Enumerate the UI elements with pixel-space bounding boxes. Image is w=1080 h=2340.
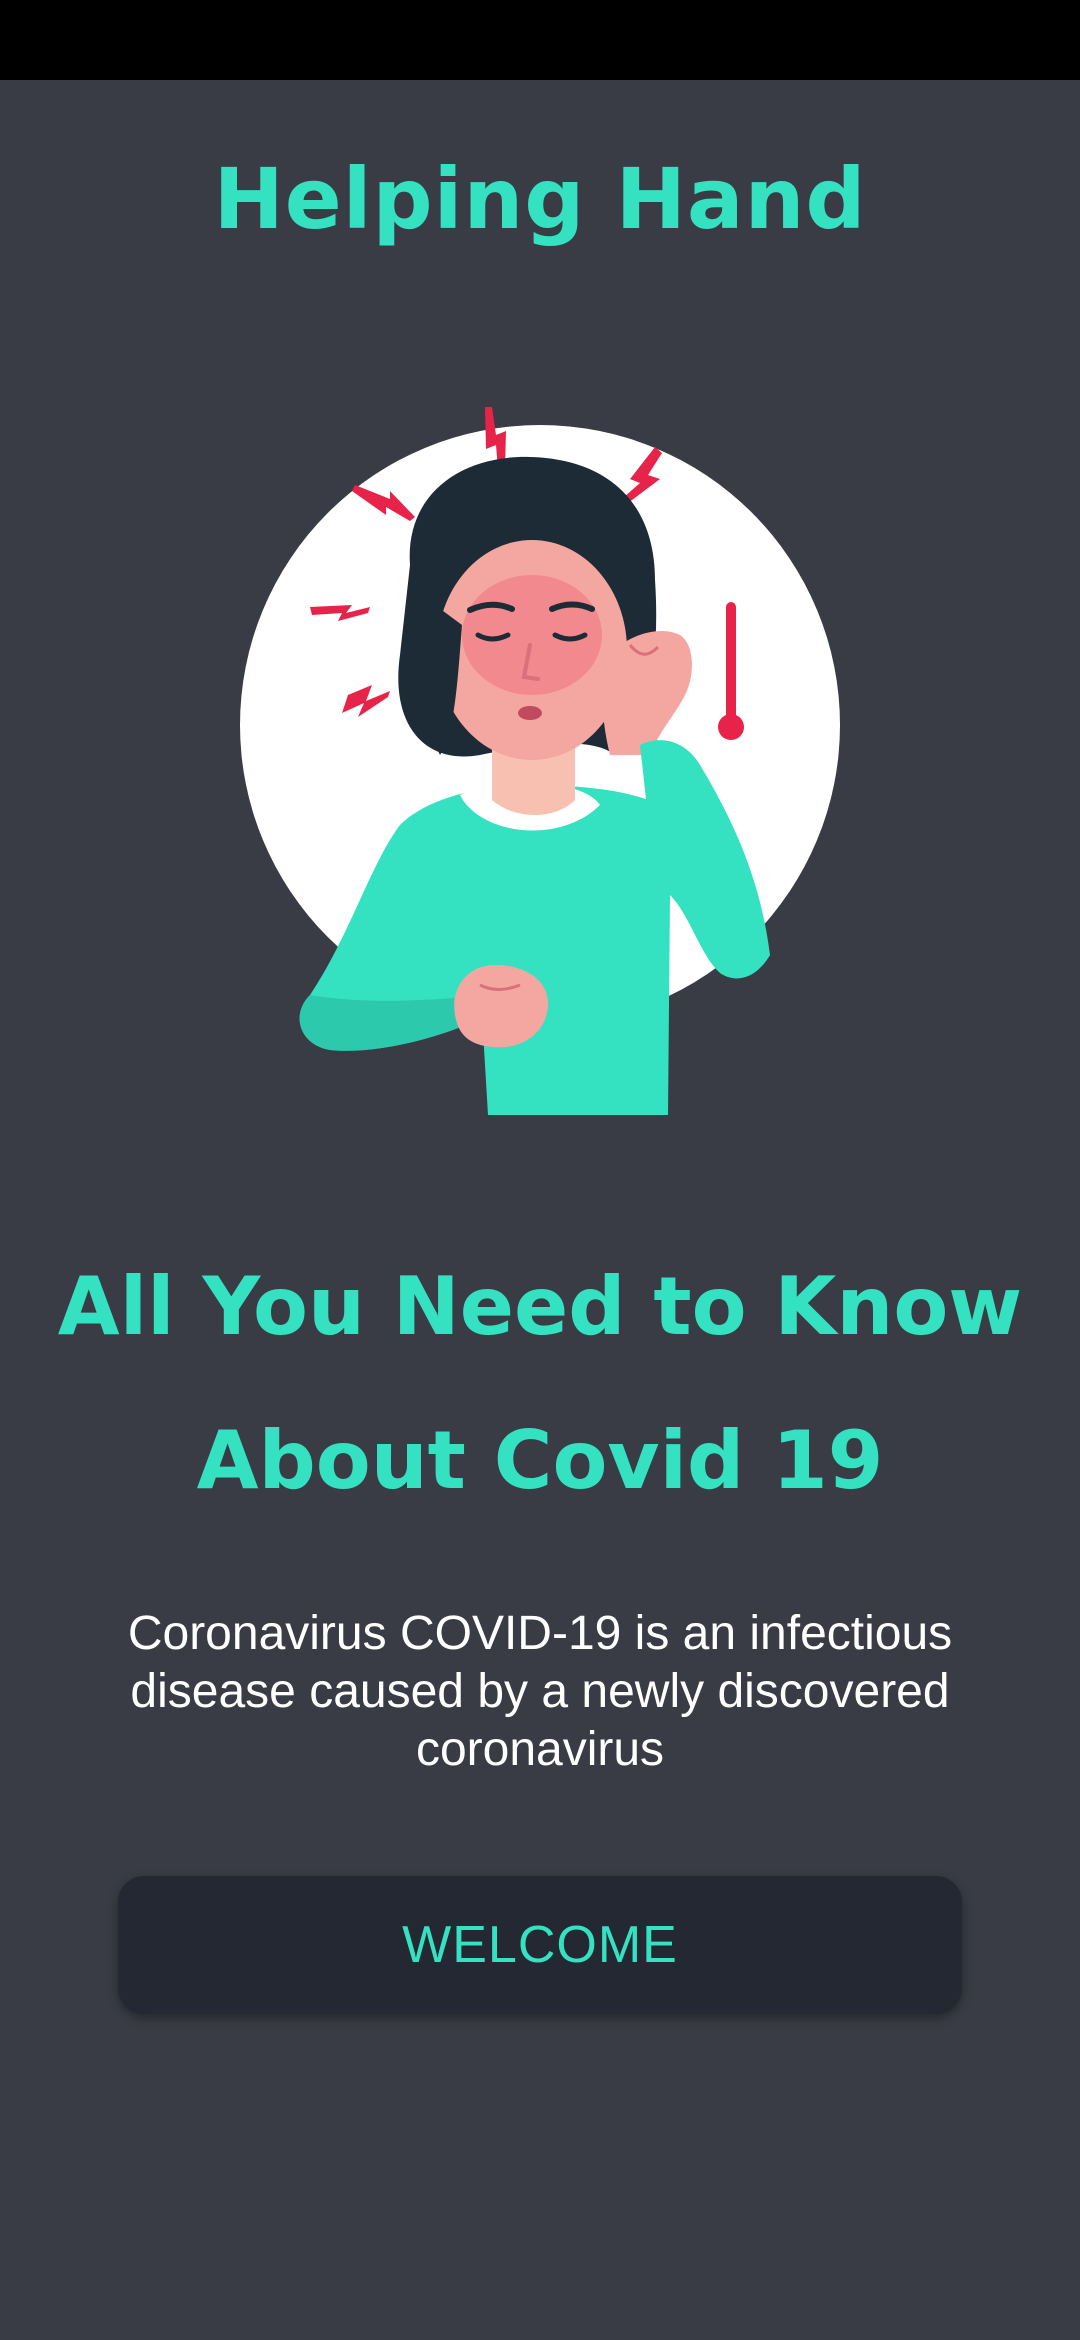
description-text: Coronavirus COVID-19 is an infectious di…: [127, 1607, 953, 1776]
app-title: Helping Hand: [213, 150, 867, 248]
welcome-button[interactable]: WELCOME: [118, 1876, 962, 2014]
sick-woman-fever-illustration-icon: [240, 407, 840, 1115]
headline-line-1: All You Need to Know: [57, 1260, 1023, 1353]
headline: All You Need to Know About Covid 19: [40, 1230, 1040, 1538]
status-bar: [0, 0, 1080, 80]
headline-line-2: About Covid 19: [196, 1414, 884, 1507]
